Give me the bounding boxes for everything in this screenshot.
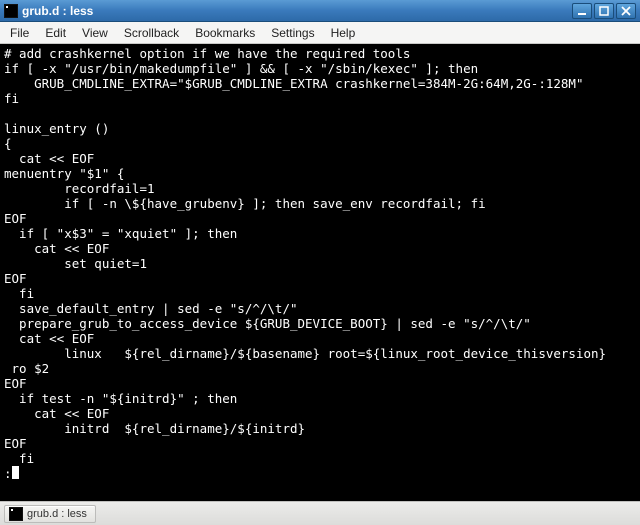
menu-settings[interactable]: Settings (263, 24, 322, 42)
terminal-pane[interactable]: # add crashkernel option if we have the … (0, 44, 640, 501)
menu-view[interactable]: View (74, 24, 116, 42)
menu-bar: FileEditViewScrollbackBookmarksSettingsH… (0, 22, 640, 44)
menu-file[interactable]: File (2, 24, 37, 42)
menu-bookmarks[interactable]: Bookmarks (187, 24, 263, 42)
maximize-button[interactable] (594, 3, 614, 19)
window-buttons (572, 3, 636, 19)
minimize-button[interactable] (572, 3, 592, 19)
menu-scrollback[interactable]: Scrollback (116, 24, 187, 42)
window-icon (4, 4, 18, 18)
menu-edit[interactable]: Edit (37, 24, 74, 42)
taskbar-button-label: grub.d : less (27, 508, 87, 520)
title-bar: grub.d : less (0, 0, 640, 22)
close-button[interactable] (616, 3, 636, 19)
window-title: grub.d : less (22, 4, 572, 18)
terminal-content: # add crashkernel option if we have the … (4, 46, 636, 466)
task-bar: grub.d : less (0, 501, 640, 525)
less-prompt: : (4, 466, 12, 481)
less-prompt-line: : (4, 466, 636, 481)
taskbar-button[interactable]: grub.d : less (4, 505, 96, 523)
cursor (12, 466, 19, 479)
menu-help[interactable]: Help (323, 24, 364, 42)
